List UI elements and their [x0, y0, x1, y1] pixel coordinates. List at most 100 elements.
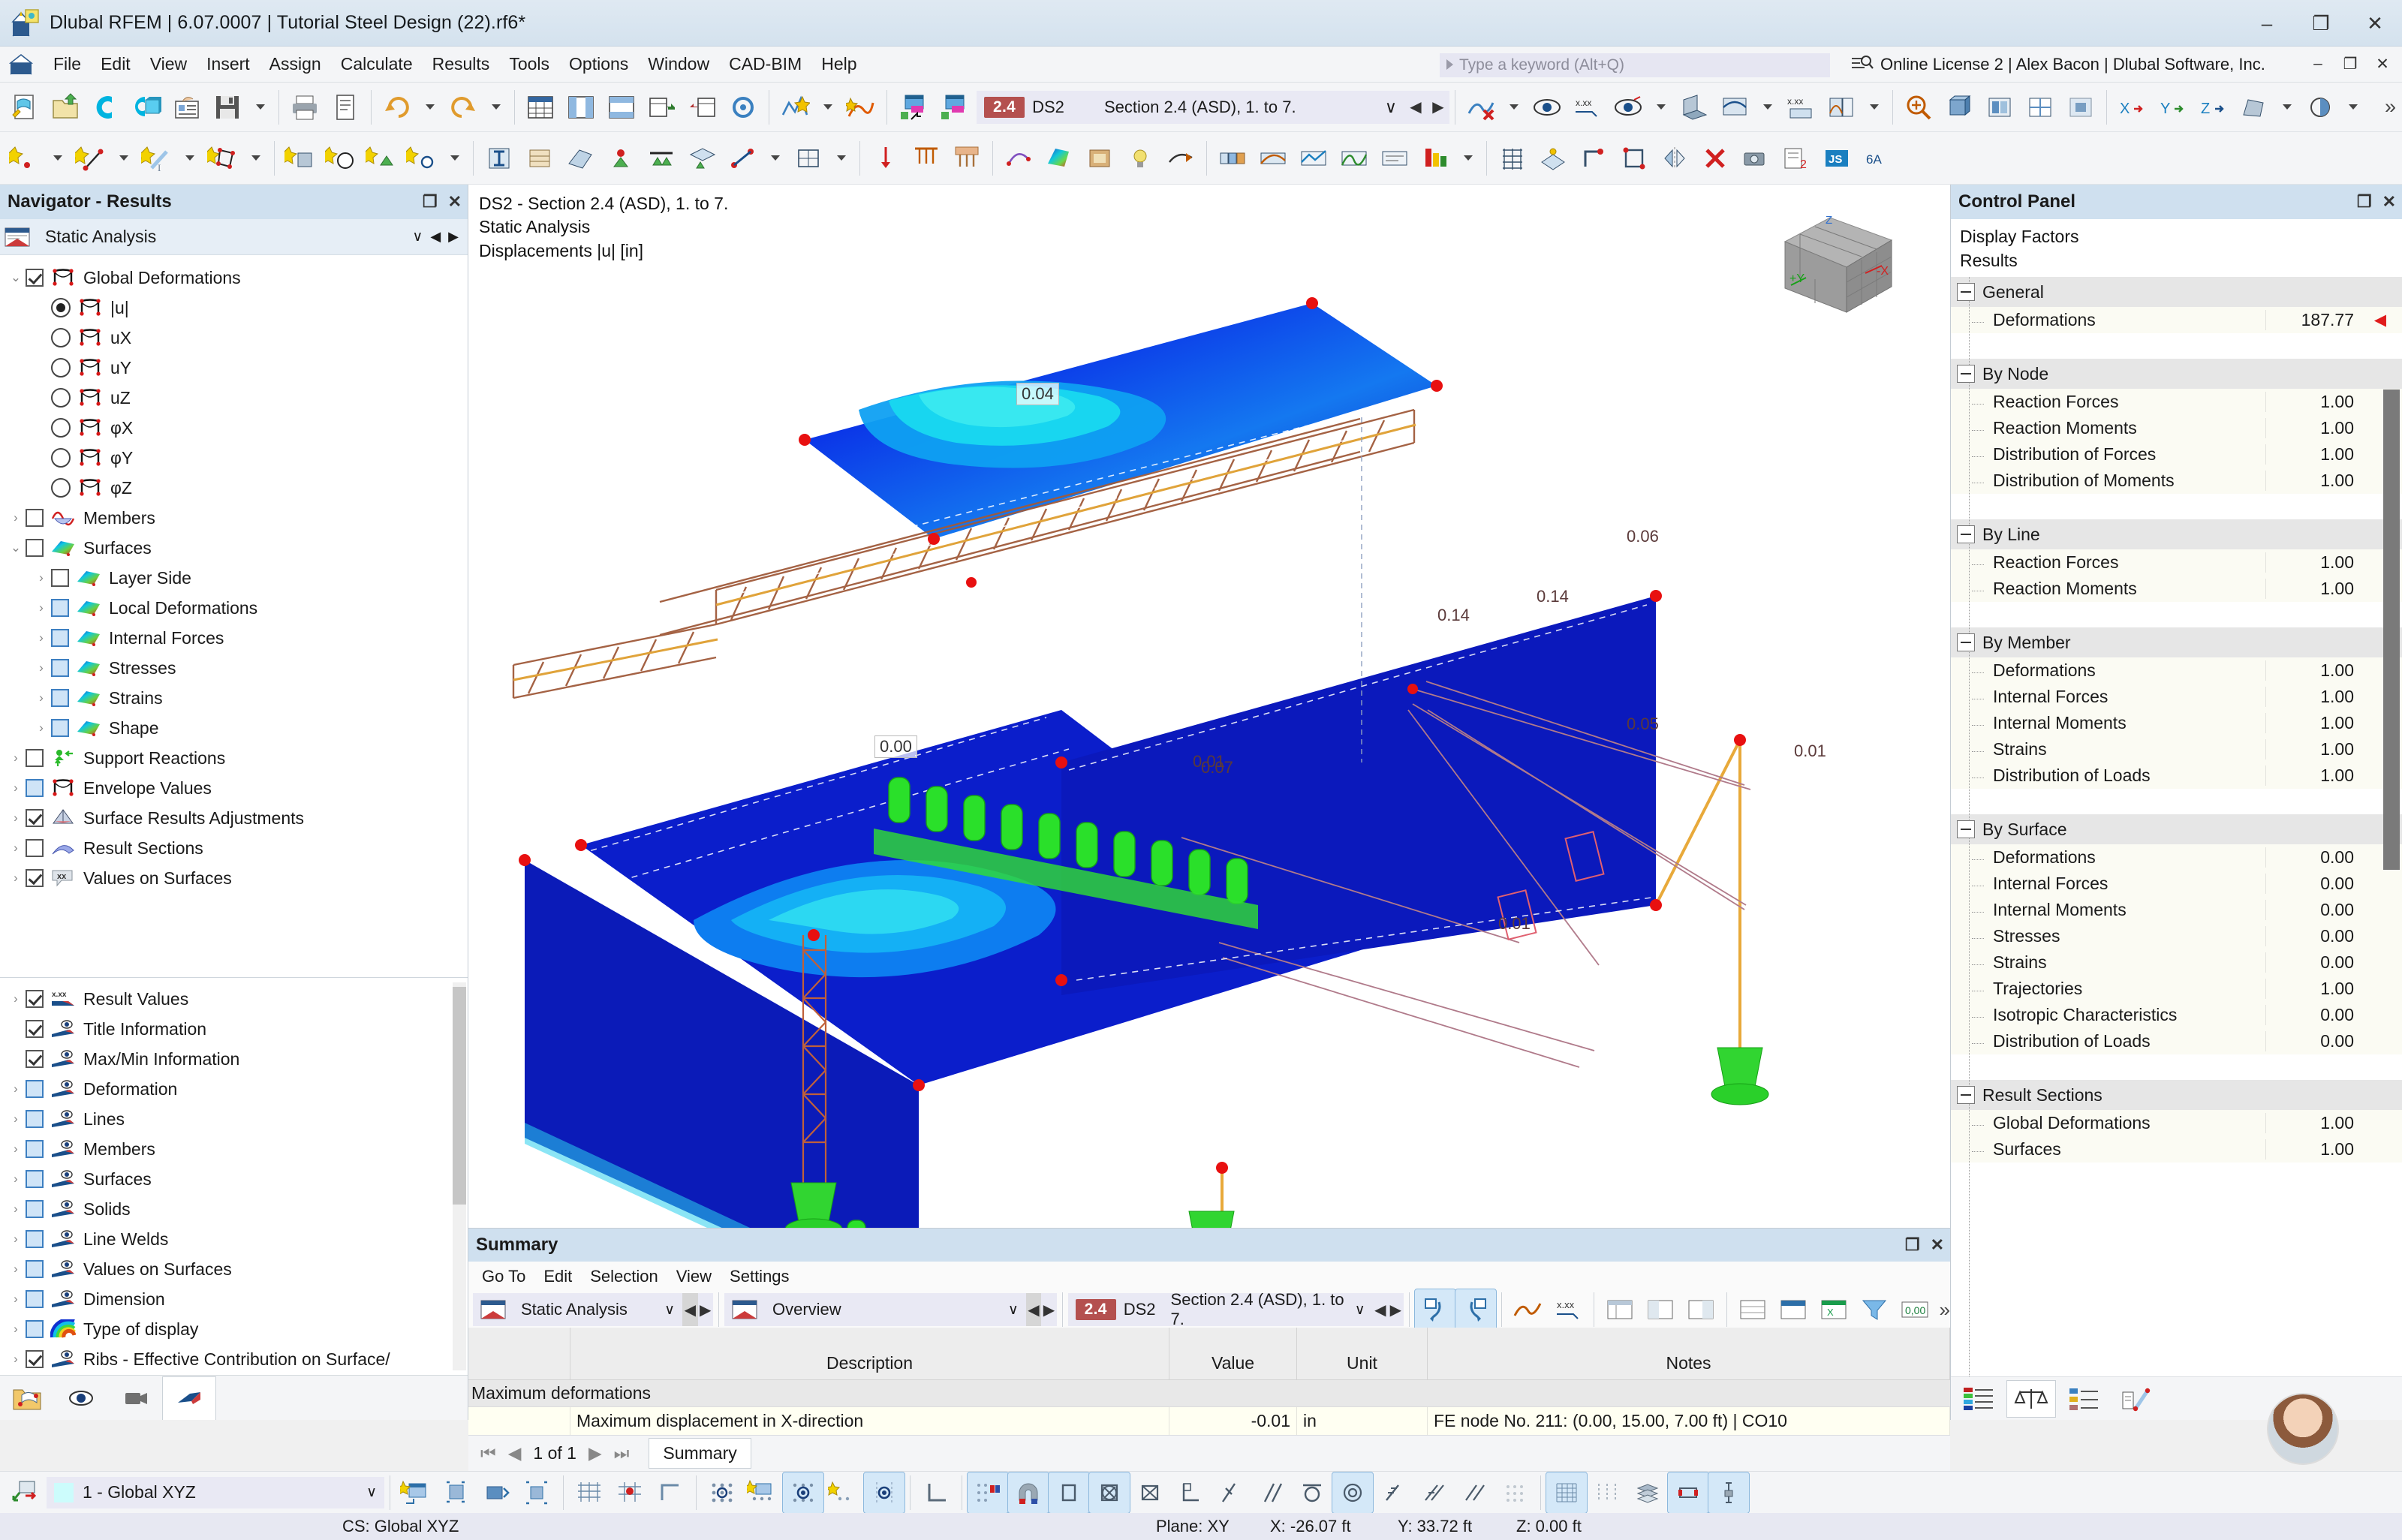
snap-tangent-icon[interactable] [1292, 1472, 1332, 1513]
tab-views-navigator[interactable] [108, 1376, 162, 1420]
new-line-dropdown-icon[interactable] [111, 138, 137, 179]
summary-grid-icon[interactable] [1732, 1289, 1773, 1330]
cp-row-value[interactable]: 0.00 [2265, 1031, 2358, 1052]
measure-icon[interactable] [998, 138, 1039, 179]
summary-loadcase-id[interactable]: 2.4 DS2 [1067, 1293, 1163, 1326]
tree-item-uy[interactable]: uY [0, 353, 468, 383]
mdi-close-button[interactable]: ✕ [2367, 50, 2397, 78]
summary-menu-edit[interactable]: Edit [536, 1265, 579, 1288]
snap-crossrect-icon[interactable] [1088, 1471, 1130, 1514]
new-model-icon[interactable] [5, 87, 45, 128]
display-item-surfaces[interactable]: › Surfaces [0, 1164, 468, 1194]
collapse-icon[interactable] [1957, 525, 1975, 544]
cp-row-value[interactable]: 0.00 [2265, 1005, 2358, 1026]
snap-extend1-icon[interactable] [1373, 1472, 1413, 1513]
result-diagram-icon[interactable] [1821, 87, 1862, 128]
tree-item-surface-results-adjustments[interactable]: › Surface Results Adjustments [0, 803, 468, 833]
cp-row-value[interactable]: 1.00 [2265, 1113, 2358, 1134]
control-panel-close-button[interactable]: ✕ [2382, 192, 2396, 212]
extents-icon[interactable] [1667, 1471, 1709, 1514]
info-6a-icon[interactable]: 6A [1857, 138, 1898, 179]
work-plane-icon[interactable] [1533, 138, 1573, 179]
load-nodal-icon[interactable] [865, 138, 906, 179]
save-icon[interactable] [207, 87, 248, 128]
expander-icon[interactable]: › [6, 750, 26, 765]
tree-item-internal-forces[interactable]: › Internal Forces [0, 623, 468, 653]
new-rigid-link-icon[interactable] [722, 138, 763, 179]
cp-row-value[interactable]: 1.00 [2265, 765, 2358, 787]
chevron-down-icon[interactable]: ∨ [1385, 98, 1397, 117]
loadcase-edit-icon[interactable] [933, 87, 974, 128]
cp-row-strains[interactable]: Strains 0.00 [1951, 949, 2402, 976]
display-item-lines[interactable]: › Lines [0, 1104, 468, 1134]
tree-item-strains[interactable]: › Strains [0, 683, 468, 713]
print-preview-icon[interactable] [325, 87, 366, 128]
zoom-all-icon[interactable] [1939, 87, 1979, 128]
render-wire-icon[interactable] [2020, 87, 2060, 128]
tab-display-factors[interactable] [2006, 1379, 2056, 1418]
loadcase-combo[interactable]: Section 2.4 (ASD), 1. to 7. ∨ [1097, 90, 1404, 124]
deformation-dropdown-icon[interactable] [1755, 87, 1780, 128]
design-chart-dropdown-icon[interactable] [1455, 138, 1481, 179]
snap-perp-icon[interactable] [1211, 1472, 1251, 1513]
navigator-pin-button[interactable]: ❐ [423, 192, 438, 212]
tree-item-uz[interactable]: uZ [0, 383, 468, 413]
checkbox[interactable] [51, 659, 69, 677]
checkbox[interactable] [26, 990, 44, 1008]
checkbox[interactable] [26, 1260, 44, 1278]
new-thickness-icon[interactable] [560, 138, 600, 179]
ortho-corner-icon[interactable] [916, 1472, 956, 1513]
wp-axis-icon[interactable] [650, 1472, 691, 1513]
cp-row-surfaces[interactable]: Surfaces 1.00 [1951, 1136, 2402, 1163]
tree-item-global-deformations[interactable]: ⌄ Global Deformations [0, 263, 468, 293]
menu-item-window[interactable]: Window [638, 51, 719, 77]
summary-excel-export-icon[interactable]: X [1814, 1289, 1854, 1330]
menu-item-help[interactable]: Help [811, 51, 866, 77]
snap-points-faint-icon[interactable] [1494, 1472, 1535, 1513]
results-on-off-icon[interactable] [841, 87, 881, 128]
display-item-deformation[interactable]: › Deformation [0, 1074, 468, 1104]
show-results-icon[interactable] [1527, 87, 1567, 128]
tab-color-scale[interactable] [1954, 1380, 2003, 1418]
snap-center-icon[interactable] [782, 1471, 824, 1514]
printout-report-icon[interactable] [167, 87, 207, 128]
tree-item-result-sections[interactable]: › Result Sections [0, 833, 468, 863]
summary-menu-go-to[interactable]: Go To [474, 1265, 533, 1288]
summary-analysis-next[interactable]: ▶ [697, 1293, 713, 1326]
menu-item-results[interactable]: Results [423, 51, 500, 77]
result-values-icon[interactable]: x.xx [1567, 87, 1608, 128]
display-item-dimension[interactable]: › Dimension [0, 1284, 468, 1314]
analysis-type-combo[interactable]: Static Analysis ∨ ◀ ▶ [0, 219, 468, 255]
cp-row-reaction-moments[interactable]: Reaction Moments 1.00 [1951, 576, 2402, 603]
tab-display-navigator[interactable] [54, 1376, 108, 1420]
cp-row-value[interactable]: 0.00 [2265, 874, 2358, 895]
analysis-prev-button[interactable]: ◀ [430, 229, 441, 245]
cp-row-value[interactable]: 1.00 [2265, 418, 2358, 439]
tree-item--u-[interactable]: |u| [0, 293, 468, 323]
design-ratio-icon[interactable] [1253, 138, 1293, 179]
checkbox[interactable] [26, 269, 44, 287]
design-chart-icon[interactable] [1415, 138, 1455, 179]
summary-results-icon[interactable] [1507, 1289, 1548, 1330]
assistant-avatar[interactable] [2267, 1393, 2339, 1465]
import-model-icon[interactable] [126, 87, 167, 128]
layers-icon[interactable] [1627, 1472, 1668, 1513]
snap-extend2-icon[interactable] [1413, 1472, 1454, 1513]
cp-row-value[interactable]: 1.00 [2265, 1139, 2358, 1160]
expander-icon[interactable]: › [6, 1352, 26, 1367]
maximize-button[interactable]: ❐ [2294, 0, 2348, 47]
cp-row-distribution-of-moments[interactable]: Distribution of Moments 1.00 [1951, 468, 2402, 495]
calculate-dropdown-icon[interactable] [815, 87, 841, 128]
cp-row-stresses[interactable]: Stresses 0.00 [1951, 923, 2402, 950]
height-icon[interactable] [1708, 1471, 1750, 1514]
menu-item-insert[interactable]: Insert [197, 51, 260, 77]
expander-icon[interactable]: › [32, 600, 51, 615]
menu-item-options[interactable]: Options [559, 51, 638, 77]
wp-snap2-icon[interactable] [610, 1472, 650, 1513]
menu-item-edit[interactable]: Edit [91, 51, 140, 77]
collapse-icon[interactable] [1957, 820, 1975, 839]
summary-loadcase-next[interactable]: ▶ [1388, 1293, 1404, 1326]
checkbox[interactable] [26, 1230, 44, 1248]
section-cut-icon[interactable] [1160, 138, 1201, 179]
cp-row-value[interactable]: 0.00 [2265, 900, 2358, 921]
